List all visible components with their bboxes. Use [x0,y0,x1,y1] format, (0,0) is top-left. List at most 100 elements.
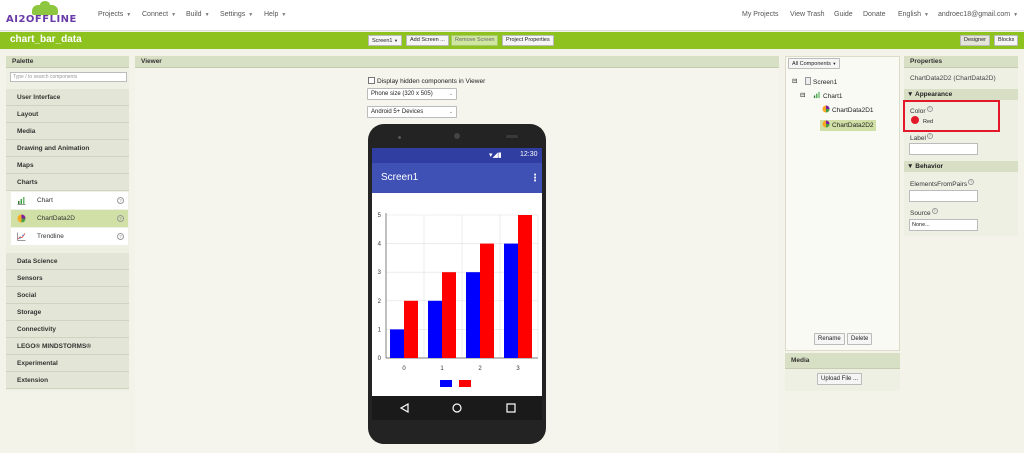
back-icon[interactable] [400,403,410,413]
x-tick-label: 0 [402,366,406,372]
designer-button[interactable]: Designer [960,35,991,46]
remove-screen-button[interactable]: Remove Screen [451,35,499,46]
category-lego[interactable]: LEGO® MINDSTORMS® [6,338,129,355]
checkbox-label: Display hidden components in Viewer [377,78,486,85]
label-input[interactable] [909,143,978,155]
language-menu[interactable]: English ▼ [898,11,929,18]
components-panel: All Components ▼ ⊟ Screen1 ⊟ Chart1 Char… [785,56,900,351]
bar-series-1 [504,243,518,358]
device-select[interactable]: Android 5+ Devices ⌄ [367,106,457,118]
menu-settings[interactable]: Settings ▼ [220,11,253,18]
help-icon[interactable]: ? [931,208,938,214]
select-value: Phone size (320 x 505) [371,91,433,97]
category-storage[interactable]: Storage [6,304,129,321]
tree-item-screen1[interactable]: Screen1 [805,77,837,88]
all-components-dropdown[interactable]: All Components ▼ [788,58,841,69]
app-logo[interactable]: AI2OFFLINE [6,1,88,27]
home-icon[interactable] [452,403,462,413]
camera-icon [454,133,460,139]
source-picker[interactable]: None... [909,219,978,231]
category-layout[interactable]: Layout [6,106,129,123]
help-icon[interactable]: ? [926,133,933,139]
link-donate[interactable]: Donate [863,11,886,18]
speaker-grille [506,135,518,138]
help-icon[interactable]: ? [117,197,124,204]
caret-down-icon: ▼ [126,12,132,18]
category-user-interface[interactable]: User Interface [6,89,129,106]
checkbox-box[interactable] [368,77,375,84]
menu-label: Help [264,11,279,18]
help-icon[interactable]: ? [968,179,975,185]
tree-item-label: Chart1 [823,93,843,100]
elements-from-pairs-label: ElementsFromPairs? [910,179,975,188]
category-media[interactable]: Media [6,123,129,140]
elements-from-pairs-input[interactable] [909,190,978,202]
chartdata-icon [17,214,26,223]
palette-panel: Palette Type / to search components User… [6,56,129,391]
link-view-trash[interactable]: View Trash [790,11,825,18]
help-icon[interactable]: ? [117,233,124,240]
screen-icon [805,77,811,85]
chevron-down-icon: ⌄ [448,91,453,97]
menu-label: Projects [98,11,124,18]
viewer-header: Viewer [135,56,779,68]
tree-item-chart1[interactable]: Chart1 [813,91,843,102]
language-label: English [898,11,921,18]
palette-item-chart[interactable]: Chart ? [11,192,128,209]
delete-button[interactable]: Delete [847,333,873,345]
hidden-components-checkbox[interactable]: Display hidden components in Viewer [368,77,485,85]
section-appearance[interactable]: ▼ Appearance [904,89,1018,100]
palette-item-chartdata2d[interactable]: ChartData2D ? [11,210,128,227]
legend-swatch [459,380,471,387]
top-bar: AI2OFFLINE Projects ▼ Connect ▼ Build ▼ Set… [0,0,1024,31]
status-bar: ▾◢▮ 12:30 [372,148,542,163]
menu-help[interactable]: Help ▼ [264,11,286,18]
category-extension[interactable]: Extension [6,372,129,389]
screen-select-label: Screen1 [372,38,393,44]
section-label: Behavior [915,163,944,170]
chart-icon [813,91,820,99]
category-sensors[interactable]: Sensors [6,270,129,287]
category-experimental[interactable]: Experimental [6,355,129,372]
overflow-menu-icon[interactable]: ⋮ [530,173,540,184]
category-drawing-animation[interactable]: Drawing and Animation [6,140,129,157]
tree-toggle-chart1[interactable]: ⊟ [800,91,805,101]
upload-file-button[interactable]: Upload File ... [817,373,863,385]
project-properties-button[interactable]: Project Properties [502,35,554,46]
triangle-down-icon: ▼ [907,91,915,98]
blocks-button[interactable]: Blocks [994,35,1019,46]
link-guide[interactable]: Guide [834,11,853,18]
tree-item-chartdata2d1[interactable]: ChartData2D1 [822,105,874,116]
palette-item-trendline[interactable]: Trendline ? [11,228,128,245]
app-root: AI2OFFLINE Projects ▼ Connect ▼ Build ▼ Set… [0,0,1024,453]
trendline-icon [17,232,26,241]
caret-down-icon: ▼ [832,61,837,66]
triangle-down-icon: ▼ [907,163,916,170]
phone-size-select[interactable]: Phone size (320 x 505) ⌄ [367,88,457,100]
section-behavior[interactable]: ▼ Behavior [904,161,1018,172]
wifi-signal-battery-icon: ▾◢▮ [489,152,502,159]
link-my-projects[interactable]: My Projects [742,11,779,18]
tree-toggle-screen1[interactable]: ⊟ [792,77,797,87]
bar-series-1 [466,272,480,358]
tree-item-chartdata2d2[interactable]: ChartData2D2 [820,120,876,131]
account-menu[interactable]: androec18@gmail.com ▼ [938,11,1018,18]
menu-projects[interactable]: Projects ▼ [98,11,131,18]
menu-build[interactable]: Build ▼ [186,11,210,18]
tree-item-label: ChartData2D2 [832,122,874,129]
help-icon[interactable]: ? [117,215,124,222]
screen-select[interactable]: Screen1 ▼ [368,35,402,46]
bar-series-2 [518,215,532,358]
rename-button[interactable]: Rename [814,333,845,345]
project-title: chart_bar_data [10,34,82,45]
category-data-science[interactable]: Data Science [6,253,129,270]
category-charts[interactable]: Charts [6,174,129,191]
menu-connect[interactable]: Connect ▼ [142,11,176,18]
select-value: Android 5+ Devices [371,109,424,115]
recents-icon[interactable] [506,403,516,413]
category-social[interactable]: Social [6,287,129,304]
add-screen-button[interactable]: Add Screen ... [406,35,449,46]
palette-search-input[interactable]: Type / to search components [10,72,127,82]
category-maps[interactable]: Maps [6,157,129,174]
category-connectivity[interactable]: Connectivity [6,321,129,338]
